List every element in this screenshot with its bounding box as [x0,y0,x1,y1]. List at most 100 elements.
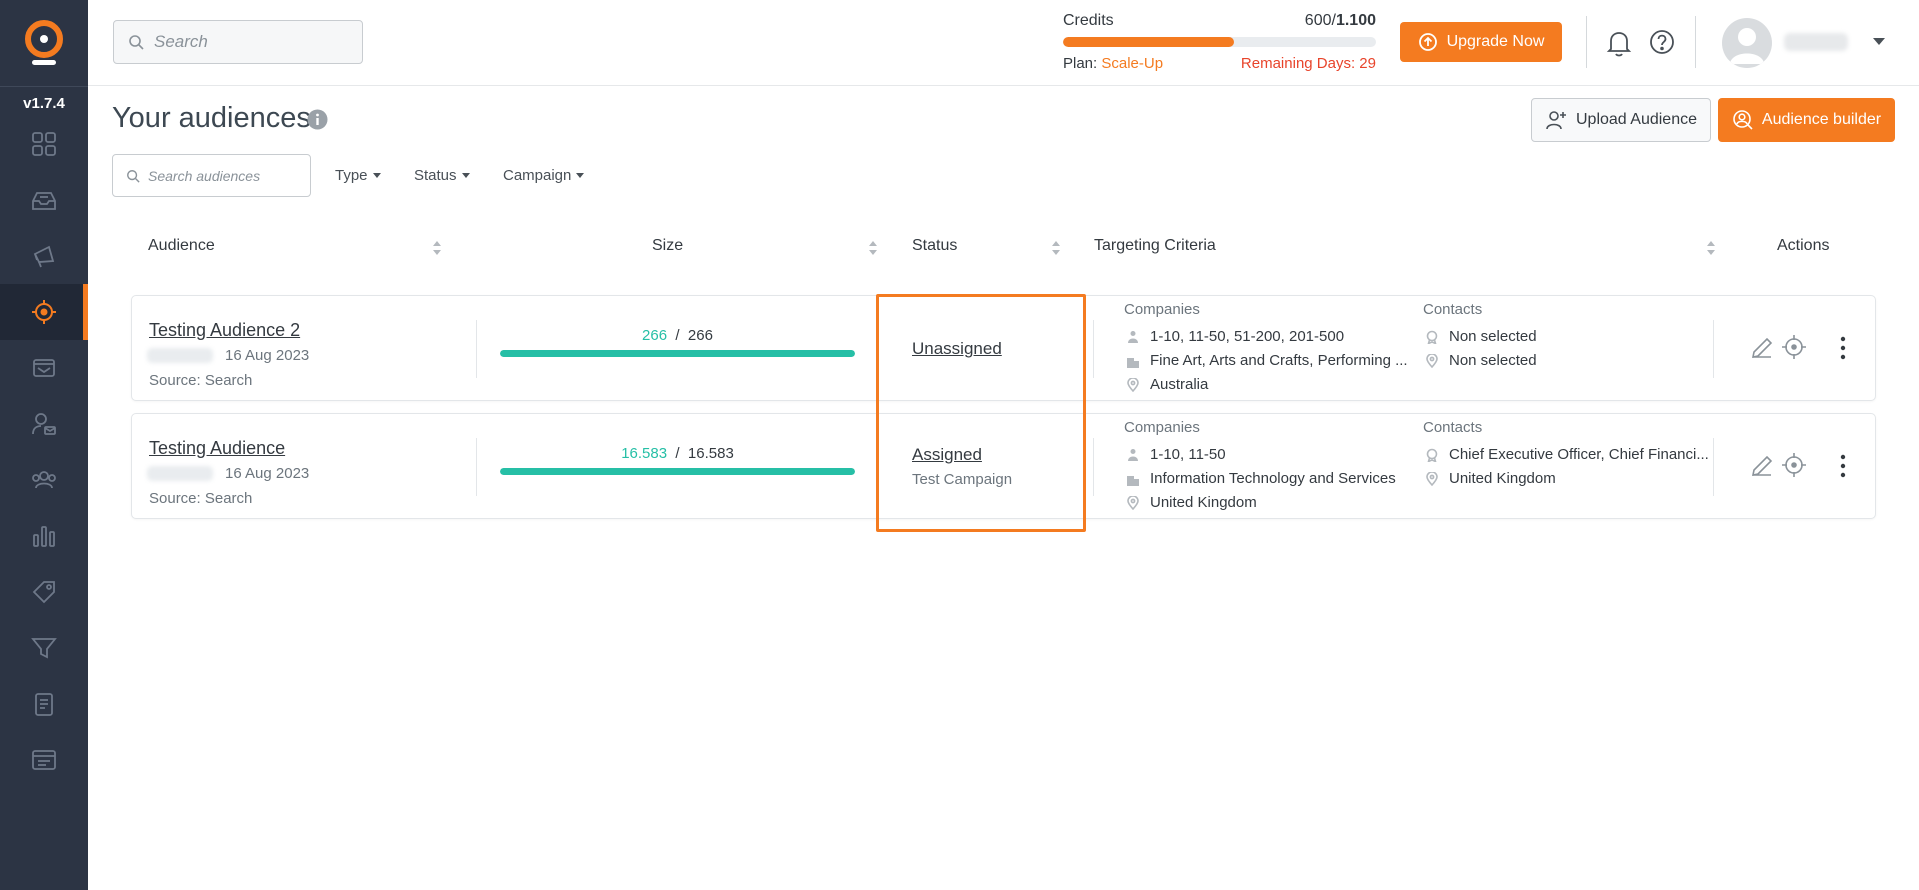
caret-down-icon [576,173,585,178]
upgrade-now-button[interactable]: Upgrade Now [1400,22,1562,62]
criteria-industry: Fine Art, Arts and Crafts, Performing ..… [1126,352,1408,369]
owner-redacted [147,466,213,481]
nav-reports[interactable] [0,676,88,732]
nav-crm[interactable] [0,732,88,788]
location-pin-icon [1426,353,1438,368]
criteria-text: United Kingdom [1449,470,1556,487]
nav-inbox[interactable] [0,172,88,228]
criteria-location: Australia [1126,376,1208,393]
column-header-status[interactable]: Status [912,237,957,255]
global-search[interactable] [113,20,363,64]
credits-used: 600 [1304,12,1332,29]
user-menu-chevron-down-icon[interactable] [1873,38,1885,45]
nav-analytics[interactable] [0,508,88,564]
upload-audience-label: Upload Audience [1576,111,1697,128]
credits-label: Credits [1063,12,1114,29]
search-icon [129,35,144,50]
filter-status-dropdown[interactable]: Status [414,167,470,184]
nav-audiences[interactable] [0,284,88,340]
avatar[interactable] [1722,18,1772,68]
criteria-text: Non selected [1449,328,1537,345]
cell-divider [1093,438,1094,496]
target-icon [32,300,56,324]
size-current: 16.583 [621,445,668,462]
sort-icon[interactable] [432,240,442,256]
criteria-text: United Kingdom [1150,494,1257,511]
caret-down-icon [461,173,470,178]
global-search-input[interactable] [154,32,354,52]
column-header-audience[interactable]: Audience [148,237,215,255]
credits-progress-bar [1063,37,1376,47]
inbox-icon [32,192,56,210]
criteria-text: 1-10, 11-50 [1150,446,1226,463]
badge-icon [1426,330,1438,344]
app-logo[interactable] [22,19,66,67]
sort-icon[interactable] [1051,240,1061,256]
upload-audience-button[interactable]: Upload Audience [1531,98,1711,142]
nav-filters[interactable] [0,620,88,676]
username-redacted [1784,33,1848,51]
clipboard-icon [35,693,53,716]
filter-type-dropdown[interactable]: Type [335,167,381,184]
target-icon[interactable] [1781,452,1807,478]
criteria-text: Non selected [1449,352,1537,369]
nav-contacts[interactable] [0,396,88,452]
column-header-targeting[interactable]: Targeting Criteria [1094,237,1216,255]
badge-icon [1426,448,1438,462]
companies-label: Companies [1124,301,1200,318]
info-icon[interactable] [307,109,328,130]
user-silhouette-icon [1730,28,1764,64]
nav-team[interactable] [0,452,88,508]
nav-tags[interactable] [0,564,88,620]
user-mail-icon [32,413,56,435]
size-progress-bar [500,350,855,357]
caret-down-icon [372,173,381,178]
column-header-actions: Actions [1777,237,1830,254]
cell-divider [476,438,477,496]
header-divider [1695,16,1696,68]
companies-label: Companies [1124,419,1200,436]
criteria-company-size: 1-10, 11-50 [1126,446,1226,463]
size-total: 266 [687,327,713,344]
column-header-size[interactable]: Size [652,237,683,255]
audience-search-input[interactable] [148,167,308,184]
funnel-icon [31,638,57,659]
audience-date: 16 Aug 2023 [225,347,310,364]
mail-stack-icon [33,359,55,377]
tag-icon [32,581,55,604]
browser-window-icon [32,750,56,770]
criteria-industry: Information Technology and Services [1126,470,1396,487]
user-search-icon [1733,110,1753,130]
bar-chart-icon [33,526,55,547]
contacts-label: Contacts [1423,301,1483,318]
audience-name-link[interactable]: Testing Audience 2 [149,320,300,341]
criteria-job-title: Non selected [1425,328,1537,345]
megaphone-icon [33,245,55,268]
more-vertical-icon[interactable] [1830,335,1856,361]
sort-icon[interactable] [868,240,878,256]
criteria-job-title: Chief Executive Officer, Chief Financi..… [1425,446,1709,463]
location-pin-icon [1127,495,1139,510]
audience-search[interactable] [112,154,311,197]
more-vertical-icon[interactable] [1830,453,1856,479]
credits-count: 600/1.100 [1304,12,1376,29]
nav-templates[interactable] [0,340,88,396]
bell-icon[interactable] [1605,28,1633,58]
criteria-text: Chief Executive Officer, Chief Financi..… [1449,446,1709,463]
audience-name-link[interactable]: Testing Audience [149,438,285,459]
edit-pencil-icon[interactable] [1749,335,1775,361]
nav-dashboard[interactable] [0,116,88,172]
target-icon[interactable] [1781,334,1807,360]
edit-pencil-icon[interactable] [1749,453,1775,479]
filter-type-label: Type [335,167,368,184]
nav-campaigns[interactable] [0,228,88,284]
size-progress-bar [500,468,855,475]
audience-date: 16 Aug 2023 [225,465,310,482]
audience-builder-label: Audience builder [1761,111,1882,128]
criteria-text: Information Technology and Services [1150,470,1396,487]
sort-icon[interactable] [1706,240,1716,256]
size-total: 16.583 [687,445,734,462]
audience-builder-button[interactable]: Audience builder [1718,98,1895,142]
help-icon[interactable] [1648,28,1676,56]
filter-campaign-dropdown[interactable]: Campaign [503,167,585,184]
